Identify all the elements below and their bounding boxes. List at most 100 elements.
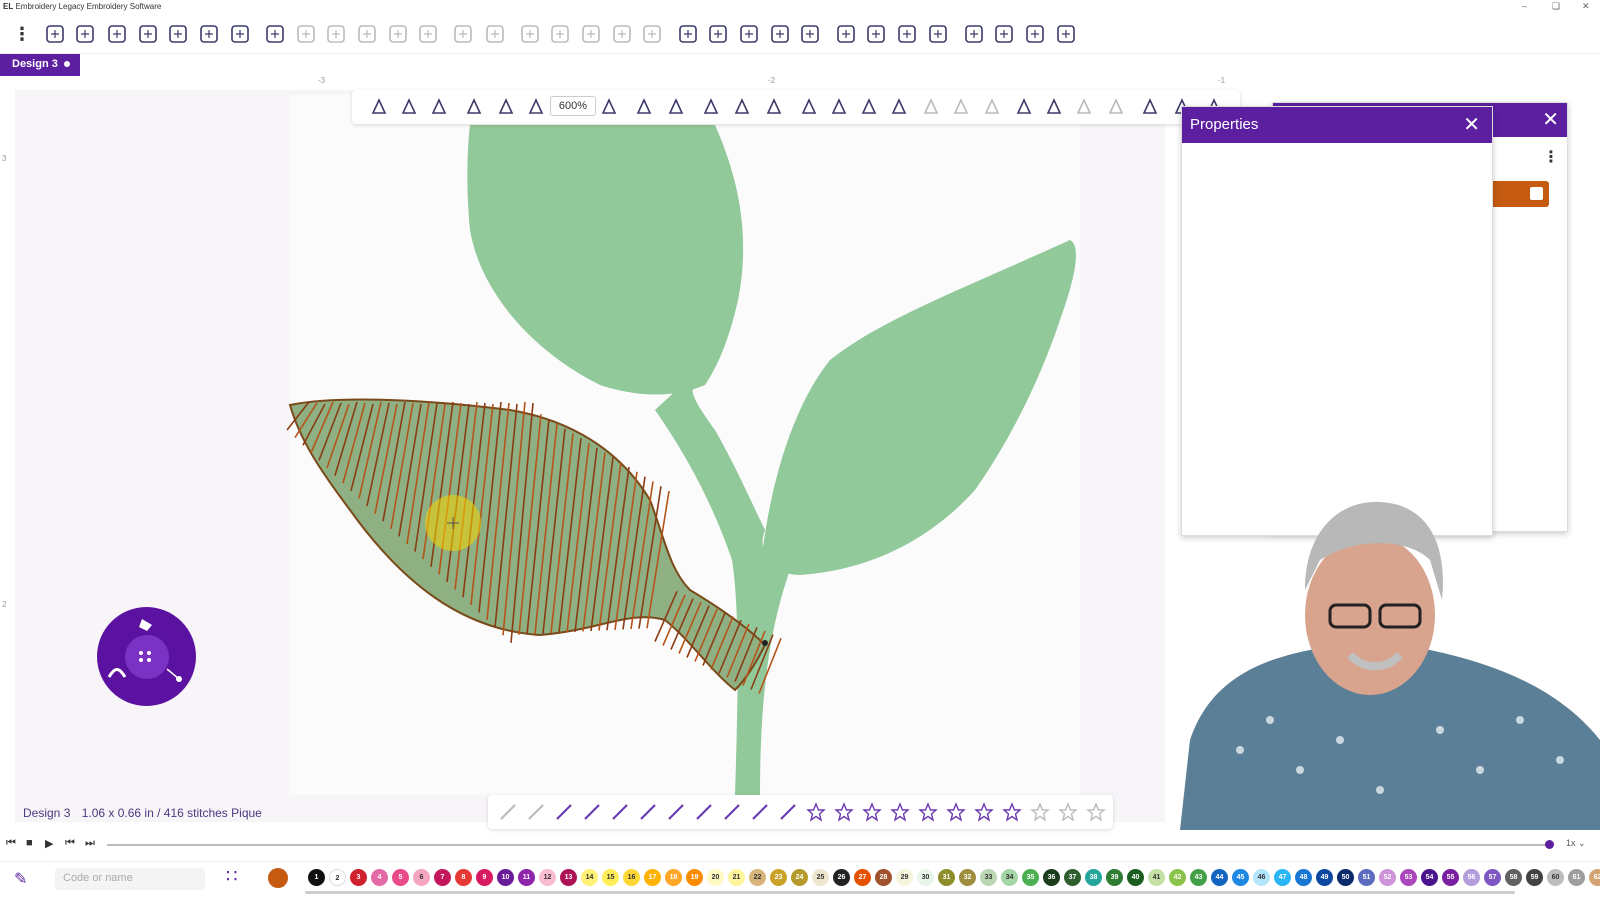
thread-color-chip[interactable]: 16 [623, 869, 640, 886]
playback-slider[interactable] [1545, 840, 1554, 849]
stitch-line-icon[interactable] [496, 800, 520, 824]
thread-color-chip[interactable]: 10 [497, 869, 514, 886]
stitch-line-icon[interactable] [664, 800, 688, 824]
thread-color-chip[interactable]: 13 [560, 869, 577, 886]
image-icon[interactable] [762, 95, 786, 119]
speed-select[interactable]: 1x ⌄ [1566, 838, 1586, 849]
thread-color-chip[interactable]: 54 [1421, 869, 1438, 886]
thread-color-chip[interactable]: 46 [1253, 869, 1270, 886]
thread-color-chip[interactable]: 43 [1190, 869, 1207, 886]
thread-color-chip[interactable]: 61 [1568, 869, 1585, 886]
thread-color-chip[interactable]: 21 [728, 869, 745, 886]
thread-color-chip[interactable]: 24 [791, 869, 808, 886]
stitch-star-icon[interactable] [1056, 800, 1080, 824]
zoom-icon[interactable] [524, 95, 548, 119]
select-box-icon[interactable] [397, 95, 421, 119]
thread-color-chip[interactable]: 34 [1001, 869, 1018, 886]
thread-color-chip[interactable]: 42 [1169, 869, 1186, 886]
select-icon[interactable] [367, 95, 391, 119]
thread-color-chip[interactable]: 32 [959, 869, 976, 886]
thread-color-chip[interactable]: 38 [1085, 869, 1102, 886]
thread-color-chip[interactable]: 40 [1127, 869, 1144, 886]
stitch-tool-icon[interactable] [1012, 95, 1036, 119]
thread-color-chip[interactable]: 18 [665, 869, 682, 886]
thread-color-chip[interactable]: 35 [1022, 869, 1039, 886]
stitch-line-icon[interactable] [552, 800, 576, 824]
stitch-star-icon[interactable] [832, 800, 856, 824]
thread-color-chip[interactable]: 53 [1400, 869, 1417, 886]
star-icon[interactable] [1104, 95, 1128, 119]
thread-color-chip[interactable]: 2 [329, 869, 346, 886]
stitch-star-icon[interactable] [972, 800, 996, 824]
thread-color-chip[interactable]: 45 [1232, 869, 1249, 886]
stop-icon[interactable]: ■ [26, 837, 33, 849]
thread-color-chip[interactable]: 26 [833, 869, 850, 886]
thread-color-chip[interactable]: 1 [308, 869, 325, 886]
thread-color-chip[interactable]: 48 [1295, 869, 1312, 886]
thread-color-chip[interactable]: 28 [875, 869, 892, 886]
thread-color-chip[interactable]: 29 [896, 869, 913, 886]
thread-color-chip[interactable]: 57 [1484, 869, 1501, 886]
thread-color-chip[interactable]: 7 [434, 869, 451, 886]
step-back-icon[interactable]: ⏮ [65, 837, 75, 850]
stitch-line-icon[interactable] [776, 800, 800, 824]
pointer-icon[interactable] [919, 95, 943, 119]
lettering-icon[interactable] [1042, 95, 1066, 119]
stitch-line-icon[interactable] [608, 800, 632, 824]
pan-icon[interactable] [494, 95, 518, 119]
thread-color-chip[interactable]: 20 [707, 869, 724, 886]
thread-color-chip[interactable]: 22 [749, 869, 766, 886]
monogram-icon[interactable] [664, 95, 688, 119]
stitch-line-icon[interactable] [524, 800, 548, 824]
rewind-icon[interactable]: ⏮ [6, 837, 16, 850]
palette-edit-icon[interactable]: ✎ [14, 869, 27, 889]
stitch-line-icon[interactable] [720, 800, 744, 824]
palette-grid-icon[interactable]: ∷ [226, 866, 237, 887]
thread-color-chip[interactable]: 19 [686, 869, 703, 886]
thread-color-chip[interactable]: 4 [371, 869, 388, 886]
thread-color-chip[interactable]: 36 [1043, 869, 1060, 886]
thread-color-chip[interactable]: 59 [1526, 869, 1543, 886]
shape-icon[interactable] [887, 95, 911, 119]
stitch-line-icon[interactable] [580, 800, 604, 824]
step-forward-icon[interactable]: ⏭ [85, 837, 95, 850]
pen-icon[interactable] [797, 95, 821, 119]
thread-color-chip[interactable]: 12 [539, 869, 556, 886]
stitch-star-icon[interactable] [916, 800, 940, 824]
thread-color-chip[interactable]: 23 [770, 869, 787, 886]
thread-color-chip[interactable]: 44 [1211, 869, 1228, 886]
open-image-icon[interactable] [699, 95, 723, 119]
thread-color-chip[interactable]: 47 [1274, 869, 1291, 886]
thread-search-input[interactable]: Code or name [55, 868, 205, 890]
thread-color-chip[interactable]: 41 [1148, 869, 1165, 886]
thread-color-chip[interactable]: 49 [1316, 869, 1333, 886]
save-image-icon[interactable] [730, 95, 754, 119]
stitch-star-icon[interactable] [944, 800, 968, 824]
palette-scrollbar[interactable] [305, 891, 1515, 894]
thread-color-chip[interactable]: 25 [812, 869, 829, 886]
kebab-menu-icon[interactable]: ⋮ [1543, 147, 1559, 167]
thread-color-chip[interactable]: 50 [1337, 869, 1354, 886]
auto-digitize-icon[interactable] [1072, 95, 1096, 119]
thread-color-chip[interactable]: 11 [518, 869, 535, 886]
thread-color-chip[interactable]: 8 [455, 869, 472, 886]
thread-color-chip[interactable]: 37 [1064, 869, 1081, 886]
thread-color-chip[interactable]: 6 [413, 869, 430, 886]
play-icon[interactable]: ▶ [45, 837, 53, 850]
thread-color-chip[interactable]: 14 [581, 869, 598, 886]
thread-color-chip[interactable]: 51 [1358, 869, 1375, 886]
thread-color-chip[interactable]: 3 [350, 869, 367, 886]
stitch-line-icon[interactable] [636, 800, 660, 824]
select-points-icon[interactable] [427, 95, 451, 119]
text-icon[interactable] [632, 95, 656, 119]
playback-track[interactable] [107, 844, 1549, 846]
stitch-star-icon[interactable] [1028, 800, 1052, 824]
thread-color-chip[interactable]: 52 [1379, 869, 1396, 886]
thread-color-chip[interactable]: 56 [1463, 869, 1480, 886]
thread-color-chip[interactable]: 5 [392, 869, 409, 886]
current-thread-color[interactable] [268, 868, 288, 888]
thread-color-chip[interactable]: 17 [644, 869, 661, 886]
close-icon[interactable]: ✕ [1463, 112, 1480, 137]
zoom-level-input[interactable]: 600% [550, 96, 596, 116]
curve-icon[interactable] [857, 95, 881, 119]
